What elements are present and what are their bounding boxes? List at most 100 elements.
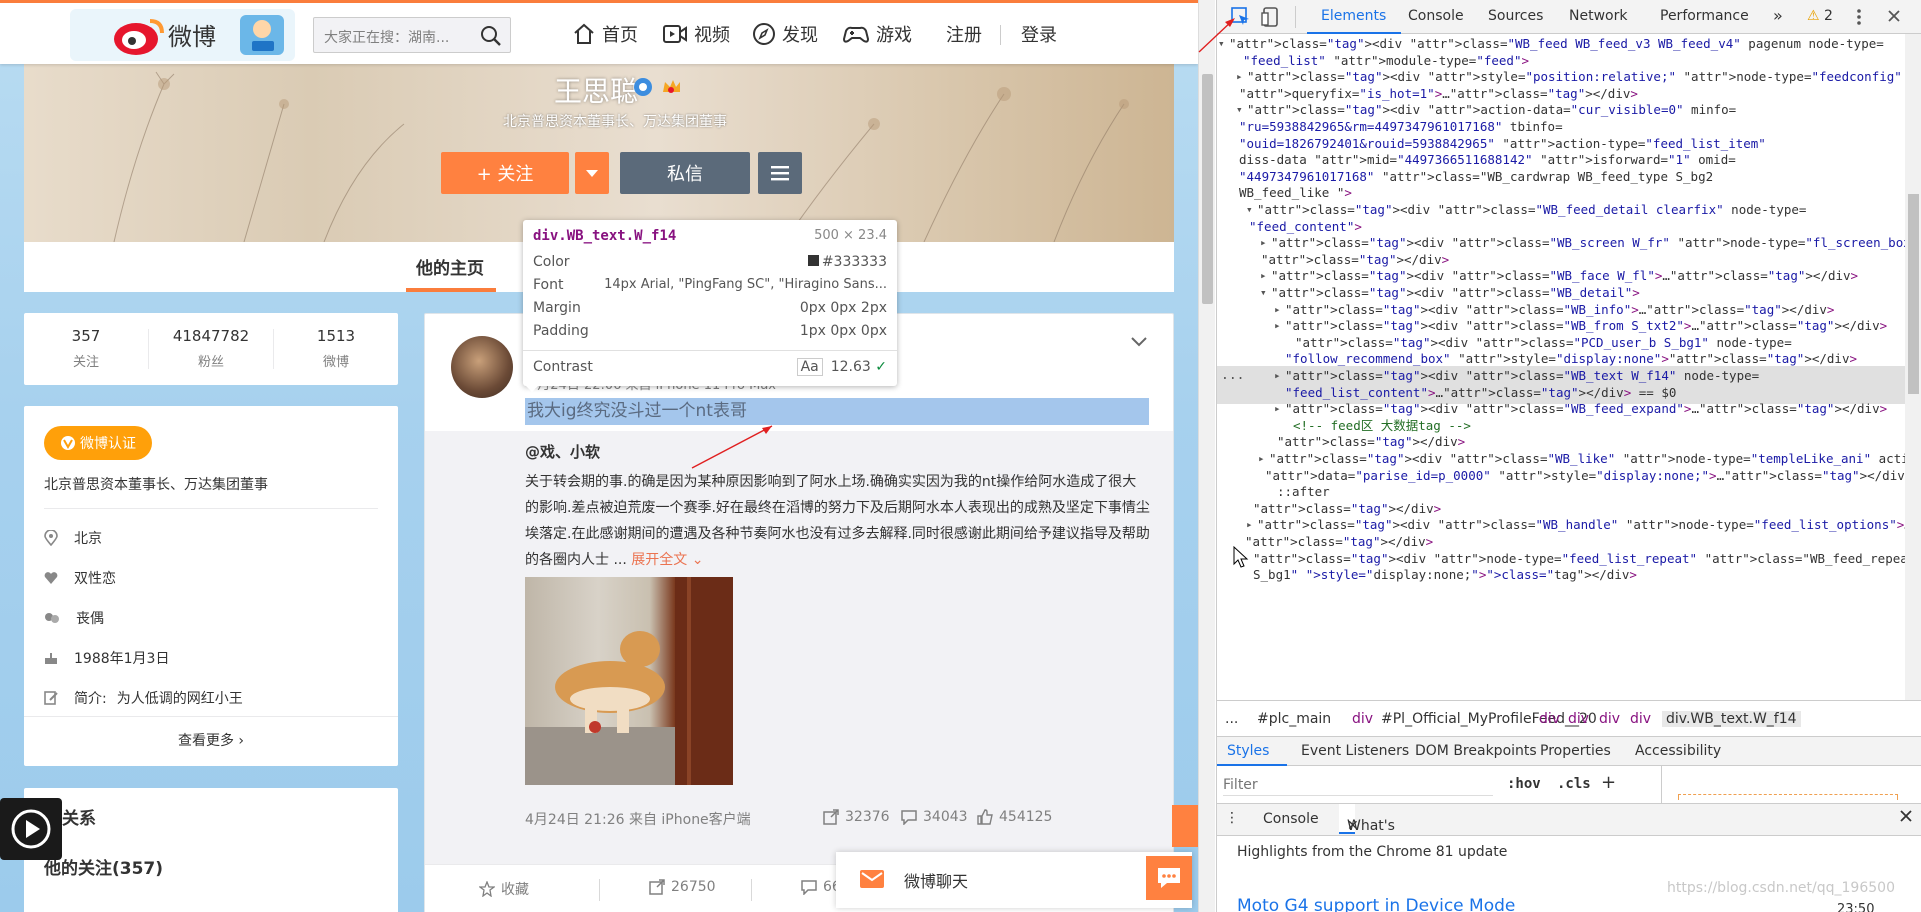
breadcrumb-item[interactable]: div [1630,711,1651,727]
add-rule-button[interactable]: + [1601,772,1616,793]
subtab-accessibility[interactable]: Accessibility [1635,743,1721,759]
nav-discover[interactable]: 发现 [752,20,818,48]
retweet-comment-count[interactable]: 34043 [901,809,968,825]
chevron-down-icon[interactable] [1130,336,1148,348]
stat-following[interactable]: 357 关注 [24,327,148,370]
tab-console[interactable]: Console [1408,8,1464,24]
tooltip-contrast-label: Contrast [533,359,593,375]
message-button[interactable]: 私信 [620,152,750,194]
styles-filter-input[interactable] [1223,774,1493,796]
stat-posts[interactable]: 1513 微博 [274,327,398,370]
warning-icon: ⚠ [1807,8,1820,24]
weibo-logo[interactable]: 微博 [70,9,295,61]
scroll-to-top-button[interactable] [1172,805,1198,847]
drawer-tab-whats-new[interactable]: What's New ✕ [1339,804,1395,864]
more-menu-button[interactable] [758,152,802,194]
hov-toggle[interactable]: :hov [1507,776,1541,792]
breadcrumb-item[interactable]: div.WB_text.W_f14 [1662,711,1801,727]
login-link[interactable]: 登录 [1021,20,1057,48]
close-icon[interactable] [1887,9,1901,23]
drawer-tab-console[interactable]: Console [1263,811,1319,827]
dom-tree-scrollbar[interactable] [1905,34,1921,700]
chat-label: 微博聊天 [904,872,969,891]
annotation-arrow [1198,18,1235,53]
chat-open-button[interactable] [1146,856,1192,900]
expand-link[interactable]: 展开全文 ⌄ [631,552,703,568]
login-label: 登录 [1021,25,1057,46]
forward-button[interactable]: 26750 [649,879,716,895]
mail-icon [860,870,884,888]
forward-value: 32376 [845,809,890,825]
dom-tree[interactable]: ▾ "attr">class="tag"><div "attr">class="W… [1217,34,1905,700]
scrollbar-thumb[interactable] [1908,194,1919,394]
relations-title: 关系 [62,809,96,829]
share-icon [823,809,839,825]
info-relationship: 丧偶 [44,608,104,628]
nav-home[interactable]: 首页 [572,20,638,48]
favorite-button[interactable]: 收藏 [479,879,529,899]
whats-new-link[interactable]: Moto G4 support in Device Mode [1237,896,1515,912]
retweet-like-count[interactable]: 454125 [977,809,1052,825]
follow-dropdown-button[interactable] [575,152,609,194]
tab-network[interactable]: Network [1569,8,1627,24]
tab-sources[interactable]: Sources [1488,8,1543,24]
nav-games[interactable]: 游戏 [842,20,912,48]
device-toolbar-icon[interactable] [1261,7,1281,27]
check-icon: ✓ [875,359,887,375]
page-scrollbar[interactable] [1198,0,1215,912]
location-text: 北京 [74,531,102,547]
retweet-username[interactable]: @戏、小软 [525,441,600,462]
relations-card: 关系 他的关注(357) [24,788,398,912]
profile-name: 王思聪 [554,75,639,108]
menu-icon [771,165,789,181]
subtab-event-listeners[interactable]: Event Listeners [1301,743,1409,759]
tab-performance[interactable]: Performance [1660,8,1749,24]
stat-value: 1513 [316,327,356,345]
kebab-menu-icon[interactable]: ⋮ [1225,810,1239,826]
avatar[interactable] [451,336,513,398]
cls-toggle[interactable]: .cls [1557,776,1591,792]
tooltip-font-value: 14px Arial, "PingFang SC", "Hiragino San… [604,277,887,292]
node-actions-dots[interactable]: ... [1221,366,1244,387]
tab-home[interactable]: 他的主页 [416,254,484,279]
nav-video-label: 视频 [694,25,730,46]
following-title[interactable]: 他的关注(357) [44,854,163,879]
breadcrumb-item[interactable]: #plc_main [1257,711,1331,727]
register-link[interactable]: 注册 [946,20,982,48]
follow-button[interactable]: + 关注 [441,152,569,194]
search-box[interactable]: 大家正在搜：湖南... [313,17,511,53]
nav-video[interactable]: 视频 [662,20,730,48]
tab-elements[interactable]: Elements [1321,8,1386,24]
warnings-badge[interactable]: ⚠ 2 [1807,8,1833,24]
clock-text: 23:50 [1837,902,1875,912]
retweet-image[interactable] [525,577,733,785]
verified-badge[interactable]: 微博认证 [44,426,152,460]
breadcrumb-item[interactable]: div [1568,711,1589,727]
more-tabs-button[interactable]: » [1773,6,1783,25]
stat-fans[interactable]: 41847782 粉丝 [149,327,273,370]
dom-tree-node[interactable]: S_bg1" ">style="display:none;">">class="… [1217,565,1905,586]
tooltip-padding-value: 1px 0px 0px [799,323,887,339]
breadcrumb-item[interactable]: div [1539,711,1560,727]
retweet-forward-count[interactable]: 32376 [823,809,890,825]
see-more-link[interactable]: 查看更多 › [24,730,398,750]
dom-node-text: S_bg1" ">style="display:none;">">class="… [1253,567,1637,583]
breadcrumb-item[interactable]: ... [1225,711,1238,727]
scrollbar-thumb[interactable] [1202,74,1213,304]
video-play-button[interactable] [0,798,62,860]
close-drawer-icon[interactable] [1899,809,1913,823]
subtab-styles[interactable]: Styles [1227,743,1269,759]
breadcrumb-item[interactable]: div [1352,711,1373,727]
weibo-page: 微博 大家正在搜：湖南... 首页 视频 发现 游戏 注册 登录 王思聪 北京普… [0,0,1198,912]
search-icon[interactable] [480,25,502,47]
kebab-menu-icon[interactable] [1857,8,1861,26]
stat-label: 关注 [72,355,99,370]
nav-games-label: 游戏 [876,25,912,46]
weibo-chat-bar[interactable]: 微博聊天 [836,852,1192,908]
breadcrumb-item[interactable]: #Pl_Official_MyProfileFeed__20 [1381,711,1597,727]
verified-label: 微博认证 [80,436,136,452]
stat-label: 微博 [322,355,349,370]
breadcrumb-item[interactable]: div [1599,711,1620,727]
subtab-dom-breakpoints[interactable]: DOM Breakpoints [1415,743,1537,759]
subtab-properties[interactable]: Properties [1540,743,1611,759]
